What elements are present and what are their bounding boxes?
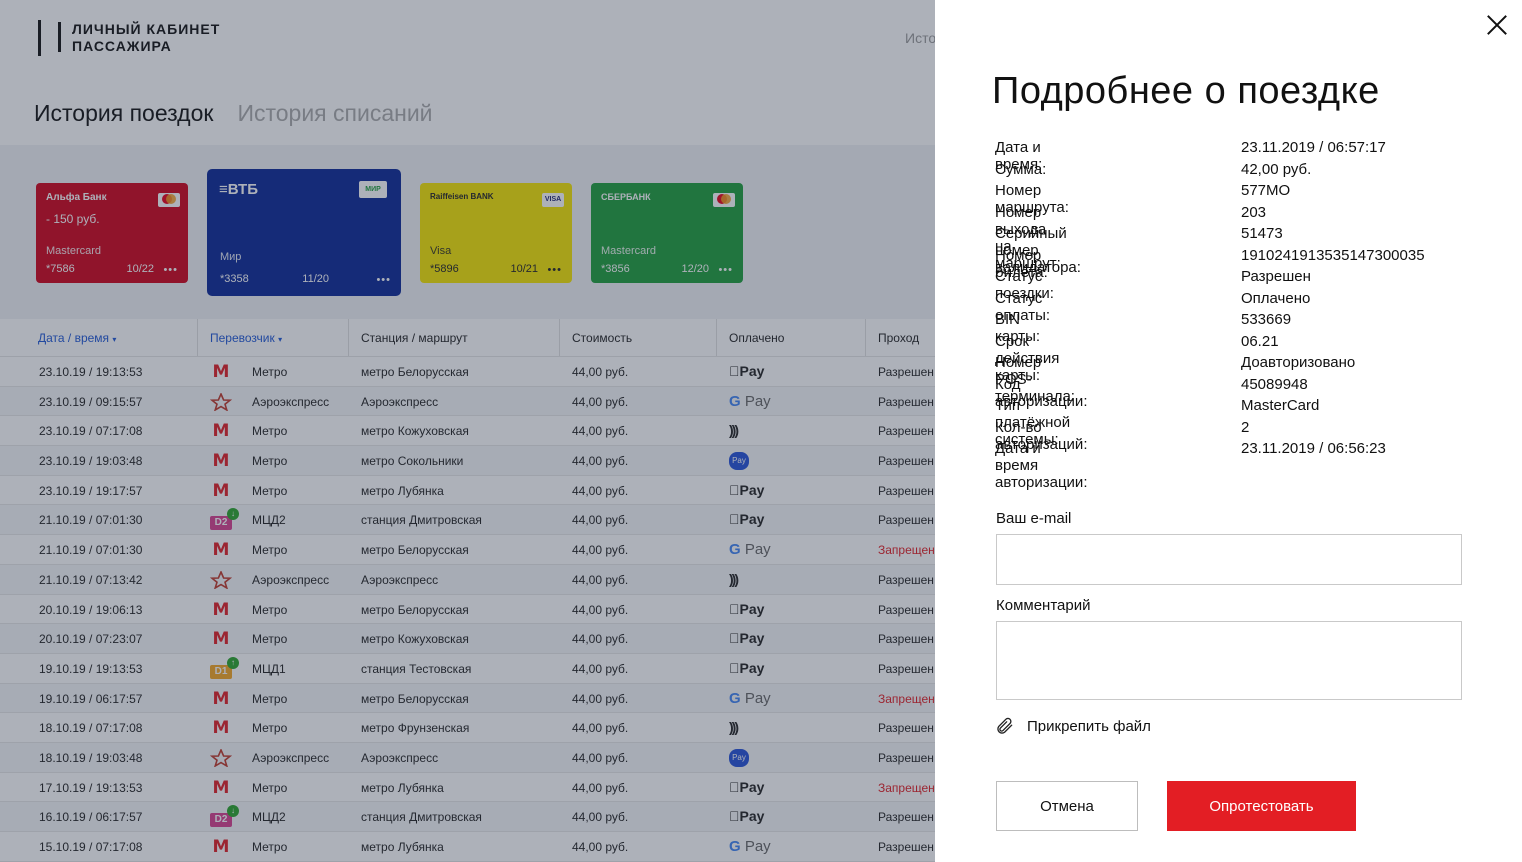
detail-value: 577МО (1241, 182, 1291, 199)
protest-button[interactable]: Опротестовать (1167, 781, 1356, 831)
detail-value: Разрешен (1241, 268, 1311, 285)
detail-value: 203 (1241, 203, 1267, 221)
detail-value: 23.11.2019 / 06:57:17 (1241, 139, 1386, 156)
panel-title: Подробнее о поездке (992, 70, 1380, 112)
detail-value: 06.21 (1241, 332, 1279, 350)
attach-file-button[interactable]: Прикрепить файл (995, 716, 1151, 736)
paperclip-icon (997, 717, 1013, 734)
detail-value: Оплачено (1241, 289, 1311, 307)
detail-value: 45089948 (1241, 375, 1308, 393)
detail-label: Сумма: (995, 160, 1047, 178)
detail-value: Доавторизовано (1241, 354, 1356, 371)
detail-value: 2 (1241, 418, 1250, 436)
detail-label: Дата и время авторизации: (995, 440, 1088, 491)
modal-backdrop[interactable] (0, 0, 935, 862)
comment-field[interactable] (996, 621, 1462, 700)
detail-value: MasterCard (1241, 397, 1320, 414)
detail-value: 51473 (1241, 225, 1283, 242)
detail-value: 1910241913535147300035 (1241, 246, 1425, 264)
detail-value: 42,00 руб. (1241, 160, 1312, 178)
attach-file-label: Прикрепить файл (1027, 717, 1151, 735)
close-icon[interactable] (1485, 13, 1509, 37)
detail-value: 533669 (1241, 311, 1292, 328)
email-field[interactable] (996, 534, 1462, 585)
detail-value: 23.11.2019 / 06:56:23 (1241, 440, 1386, 457)
comment-label: Комментарий (996, 597, 1091, 614)
cancel-button[interactable]: Отмена (996, 781, 1138, 831)
email-label: Ваш e-mail (996, 510, 1072, 527)
trip-details-panel: Подробнее о поездке Дата и время: 23.11.2… (935, 0, 1522, 862)
